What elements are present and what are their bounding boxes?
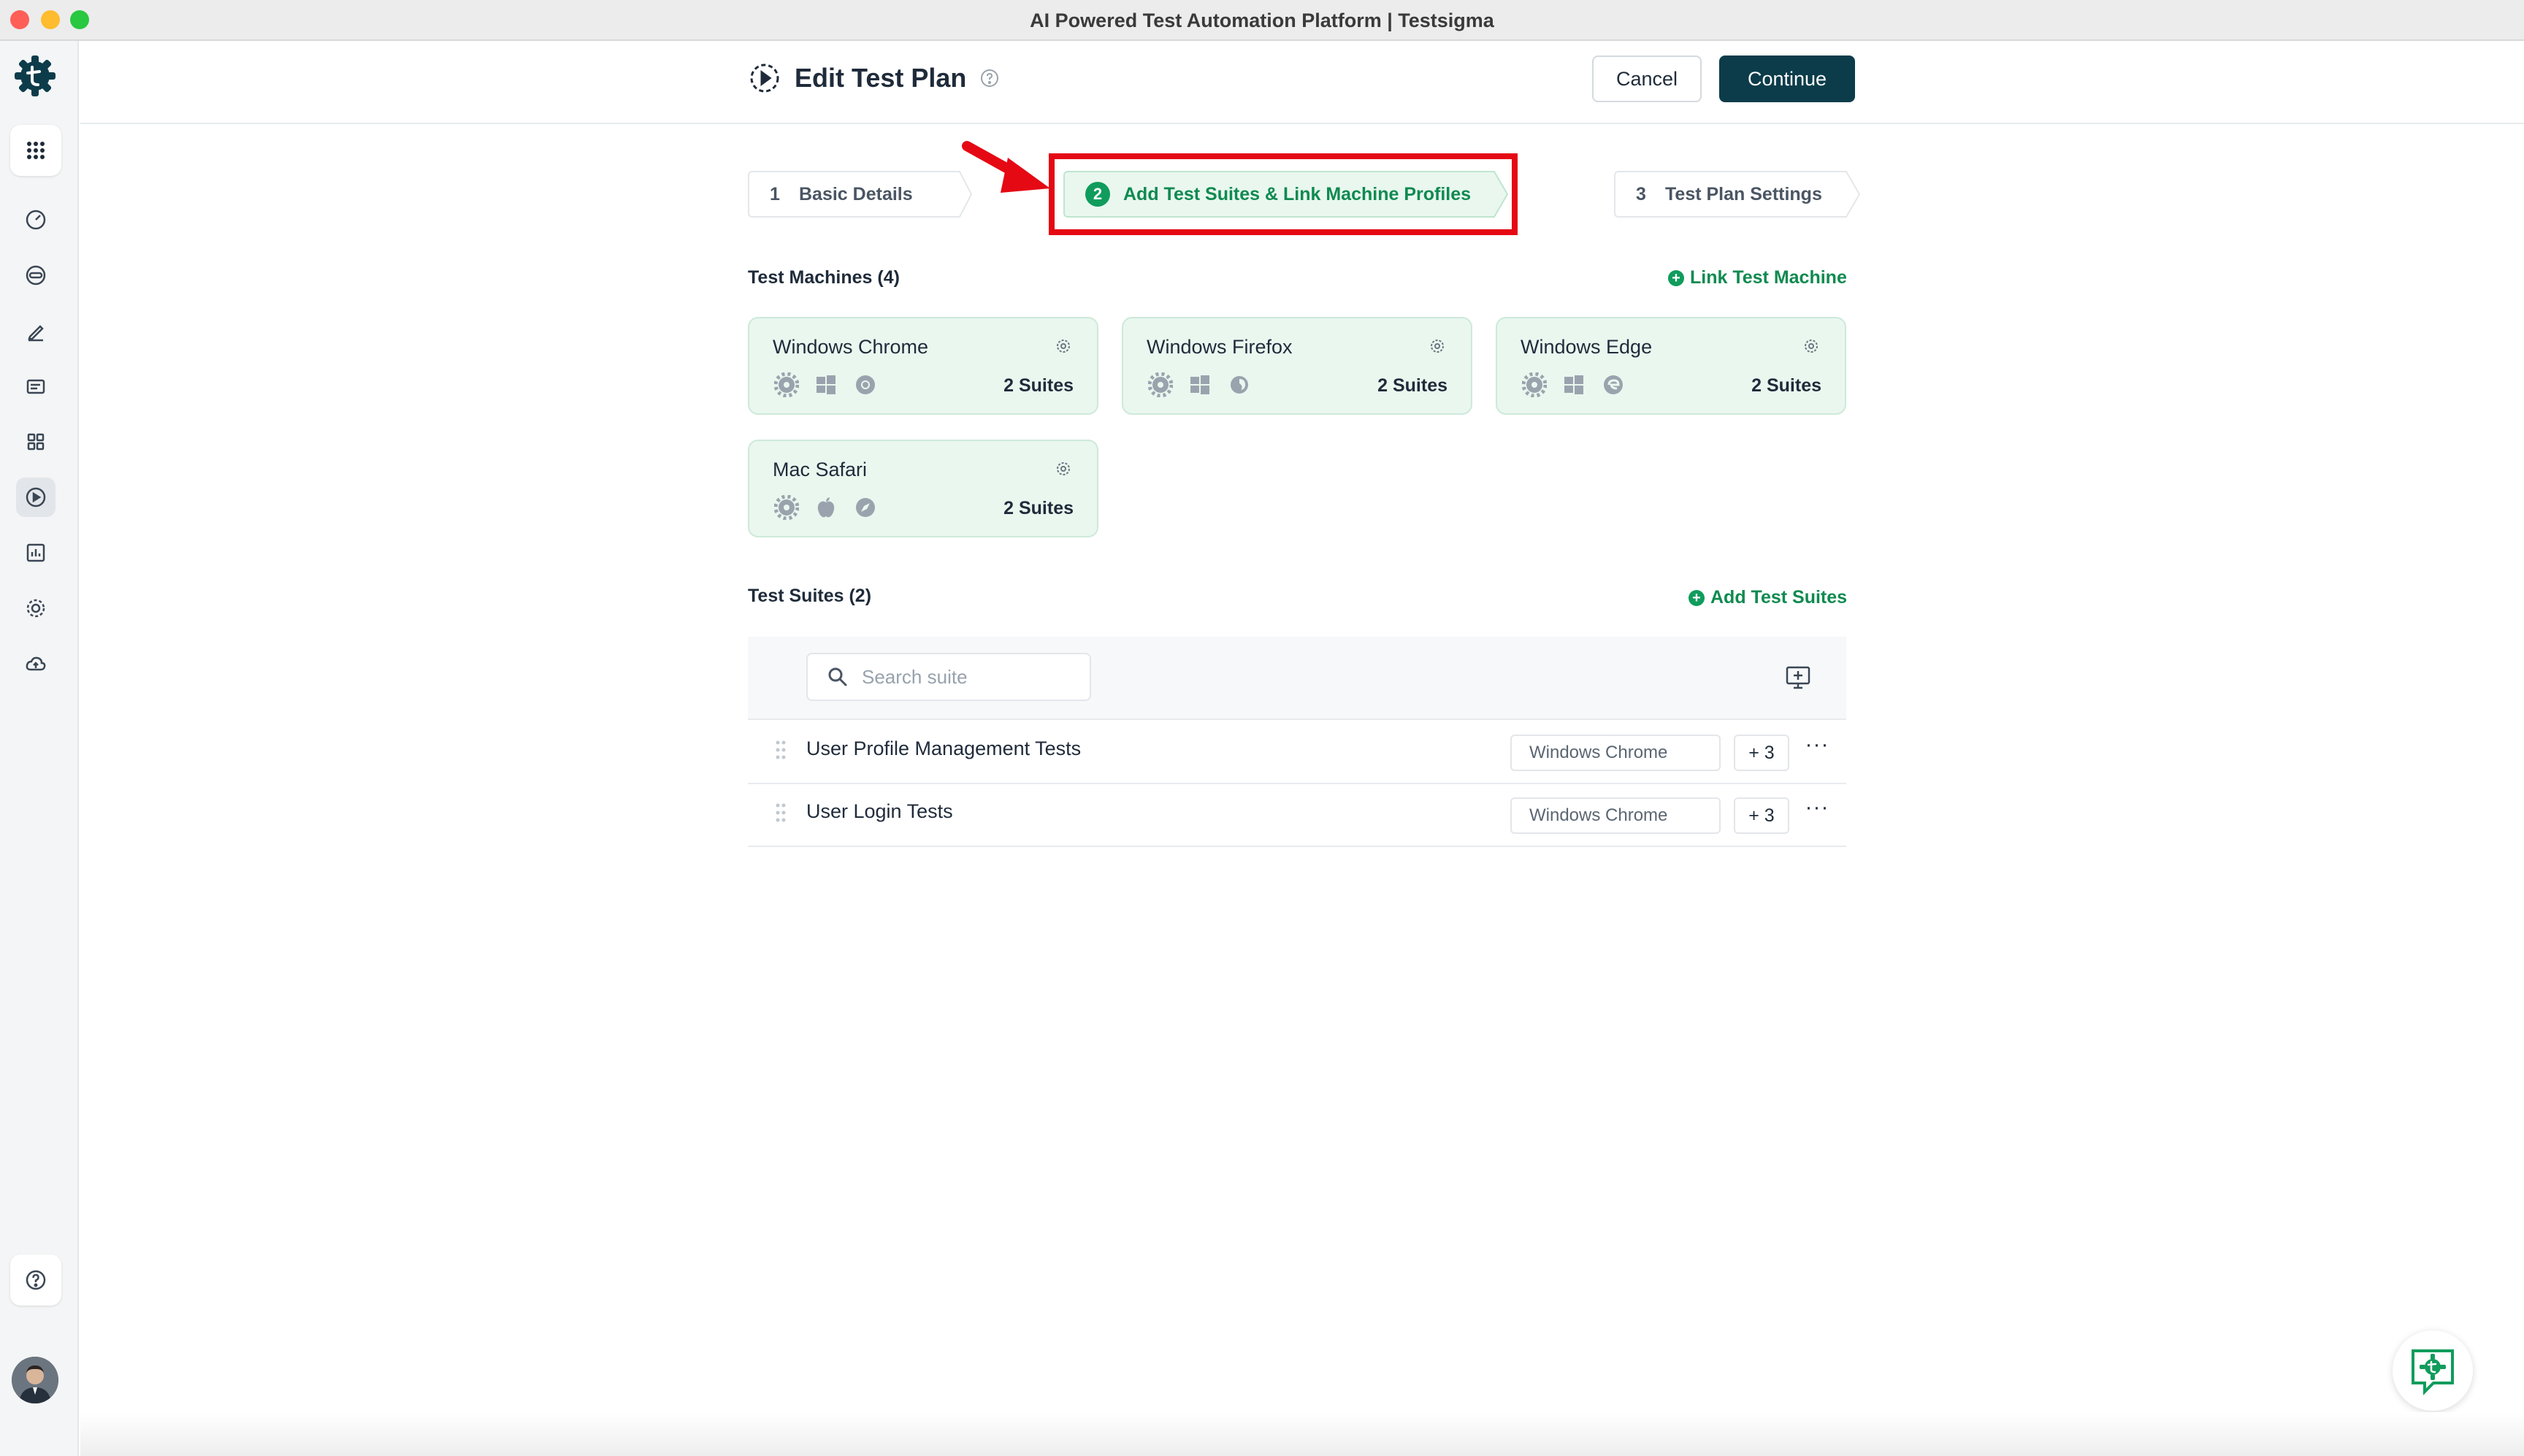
test-lab-gear-icon xyxy=(773,372,800,397)
step-basic-details[interactable]: 1 Basic Details xyxy=(748,171,949,218)
step-label: Test Plan Settings xyxy=(1665,183,1822,204)
step-test-plan-settings[interactable]: 3 Test Plan Settings xyxy=(1614,171,1839,218)
bottom-edge-shade xyxy=(80,1412,2524,1456)
suite-name[interactable]: User Login Tests xyxy=(806,800,953,823)
annotation-highlight-box xyxy=(1049,153,1518,235)
plus-circle-icon: + xyxy=(1689,589,1705,606)
search-suite-box[interactable] xyxy=(806,653,1091,701)
machine-name: Windows Firefox xyxy=(1147,336,1293,358)
chat-assistant-icon[interactable] xyxy=(2393,1330,2473,1411)
firefox-browser-icon xyxy=(1225,372,1253,397)
reports-chart-icon[interactable] xyxy=(16,533,56,572)
step-number: 1 xyxy=(770,183,780,204)
step-chevron-icon xyxy=(1837,171,1861,218)
machine-settings-gear-icon[interactable] xyxy=(1429,337,1446,355)
machine-suites-count: 2 Suites xyxy=(1751,375,1821,396)
drag-handle-icon[interactable] xyxy=(774,802,787,824)
suite-name[interactable]: User Profile Management Tests xyxy=(806,737,1081,760)
testsigma-logo-icon[interactable] xyxy=(12,53,58,99)
window-title: AI Powered Test Automation Platform | Te… xyxy=(1030,9,1494,31)
add-to-screen-icon[interactable] xyxy=(1785,664,1811,691)
plus-circle-icon: + xyxy=(1668,269,1684,286)
step-label: Basic Details xyxy=(799,183,913,204)
step-number: 3 xyxy=(1636,183,1646,204)
apps-grid-icon[interactable] xyxy=(10,125,61,176)
settings-gear-icon[interactable] xyxy=(16,589,56,628)
page-title: Edit Test Plan xyxy=(795,63,967,93)
cancel-button[interactable]: Cancel xyxy=(1592,55,1702,102)
more-options-icon[interactable]: ··· xyxy=(1802,730,1832,759)
machine-card-mac-safari[interactable]: Mac Safari 2 Suites xyxy=(748,440,1098,537)
user-avatar[interactable] xyxy=(12,1357,58,1403)
suites-toolbar xyxy=(748,637,1846,720)
title-help-icon[interactable] xyxy=(979,67,1001,89)
help-question-icon[interactable] xyxy=(10,1254,61,1306)
cloud-upload-icon[interactable] xyxy=(16,644,56,683)
annotation-arrow-icon xyxy=(962,141,1050,193)
test-plans-play-icon[interactable] xyxy=(16,478,56,517)
machine-card-windows-firefox[interactable]: Windows Firefox 2 Suites xyxy=(1122,317,1472,415)
machine-name: Windows Chrome xyxy=(773,336,929,358)
dashboard-gauge-icon[interactable] xyxy=(16,200,56,240)
windows-os-icon xyxy=(812,372,840,397)
windows-os-icon xyxy=(1186,372,1214,397)
machine-settings-gear-icon[interactable] xyxy=(1055,460,1072,478)
machine-card-windows-edge[interactable]: Windows Edge 2 Suites xyxy=(1496,317,1846,415)
machine-tag[interactable]: Windows Chrome xyxy=(1510,797,1721,834)
continue-button[interactable]: Continue xyxy=(1719,55,1855,102)
link-test-machine-button[interactable]: + Link Test Machine xyxy=(1668,267,1847,288)
add-test-suites-button[interactable]: + Add Test Suites xyxy=(1689,587,1847,608)
search-icon xyxy=(828,667,847,686)
test-data-folder-icon[interactable] xyxy=(16,367,56,406)
test-lab-gear-icon xyxy=(1521,372,1548,397)
apple-os-icon xyxy=(812,495,840,520)
table-row[interactable]: User Profile Management Tests Windows Ch… xyxy=(748,721,1846,784)
machine-tag[interactable]: Windows Chrome xyxy=(1510,735,1721,771)
machine-suites-count: 2 Suites xyxy=(1003,498,1074,518)
edge-browser-icon xyxy=(1599,372,1627,397)
machine-settings-gear-icon[interactable] xyxy=(1802,337,1820,355)
test-plan-play-icon xyxy=(748,61,781,95)
machine-suites-count: 2 Suites xyxy=(1003,375,1074,396)
window-titlebar: AI Powered Test Automation Platform | Te… xyxy=(0,0,2524,41)
machine-name: Windows Edge xyxy=(1521,336,1653,358)
chrome-browser-icon xyxy=(852,372,879,397)
search-suite-input[interactable] xyxy=(862,665,1081,689)
machine-suites-count: 2 Suites xyxy=(1377,375,1448,396)
more-options-icon[interactable]: ··· xyxy=(1802,793,1832,822)
more-machines-badge[interactable]: + 3 xyxy=(1734,797,1789,834)
test-machines-title: Test Machines (4) xyxy=(748,267,900,288)
windows-os-icon xyxy=(1560,372,1588,397)
test-lab-gear-icon xyxy=(773,495,800,520)
test-lab-gear-icon xyxy=(1147,372,1174,397)
sidebar xyxy=(0,41,79,1456)
table-row[interactable]: User Login Tests Windows Chrome + 3 ··· xyxy=(748,784,1846,847)
more-machines-badge[interactable]: + 3 xyxy=(1734,735,1789,771)
ai-agent-icon[interactable] xyxy=(16,256,56,295)
machine-card-windows-chrome[interactable]: Windows Chrome 2 Suites xyxy=(748,317,1098,415)
test-cases-pen-icon[interactable] xyxy=(16,311,56,350)
machine-name: Mac Safari xyxy=(773,459,868,480)
page-header: Edit Test Plan Cancel Continue xyxy=(80,41,2524,124)
elements-grid-icon[interactable] xyxy=(16,422,56,461)
safari-browser-icon xyxy=(852,495,879,520)
machine-settings-gear-icon[interactable] xyxy=(1055,337,1072,355)
test-suites-title: Test Suites (2) xyxy=(748,586,872,606)
drag-handle-icon[interactable] xyxy=(774,739,787,761)
